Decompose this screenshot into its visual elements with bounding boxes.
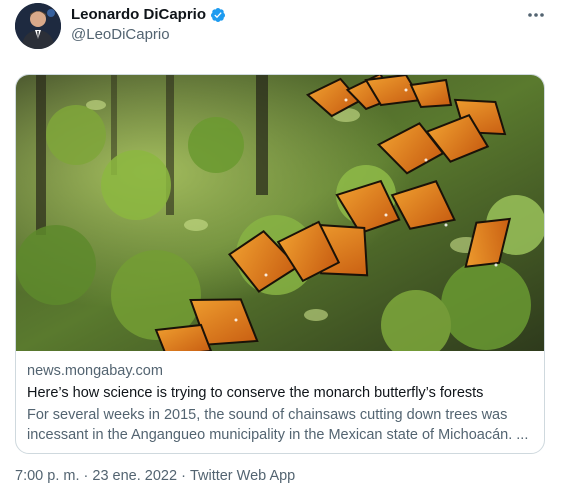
card-domain: news.mongabay.com [27,363,163,379]
more-options-icon[interactable] [522,3,550,27]
monarch-butterflies-photo [16,75,544,351]
meta-separator: · [79,468,93,484]
tweet: Leonardo DiCaprio @LeoDiCaprio news.mong… [0,0,561,503]
link-preview-card[interactable]: news.mongabay.com Here’s how science is … [15,74,545,454]
tweet-metadata: 7:00 p. m. · 23 ene. 2022 · Twitter Web … [15,468,295,484]
card-title: Here’s how science is trying to conserve… [27,385,484,401]
more-dots [528,13,544,17]
author-name-row: Leonardo DiCaprio [71,6,226,23]
card-description: For several weeks in 2015, the sound of … [27,405,533,445]
author-avatar[interactable] [15,3,61,49]
author-display-name[interactable]: Leonardo DiCaprio [71,6,206,23]
card-image[interactable] [16,75,544,351]
avatar-image [15,3,61,49]
meta-separator: · [177,468,190,484]
card-description-line: For several weeks in 2015, the sound of … [27,407,508,423]
card-meta: news.mongabay.com Here’s how science is … [27,362,533,445]
tweet-time[interactable]: 7:00 p. m. [15,468,79,484]
tweet-date[interactable]: 23 ene. 2022 [92,468,177,484]
author-handle[interactable]: @LeoDiCaprio [71,26,170,43]
card-description-line: incessant in the Angangueo municipality … [27,427,529,443]
tweet-source: Twitter Web App [189,468,296,484]
verified-badge-icon [211,7,226,22]
